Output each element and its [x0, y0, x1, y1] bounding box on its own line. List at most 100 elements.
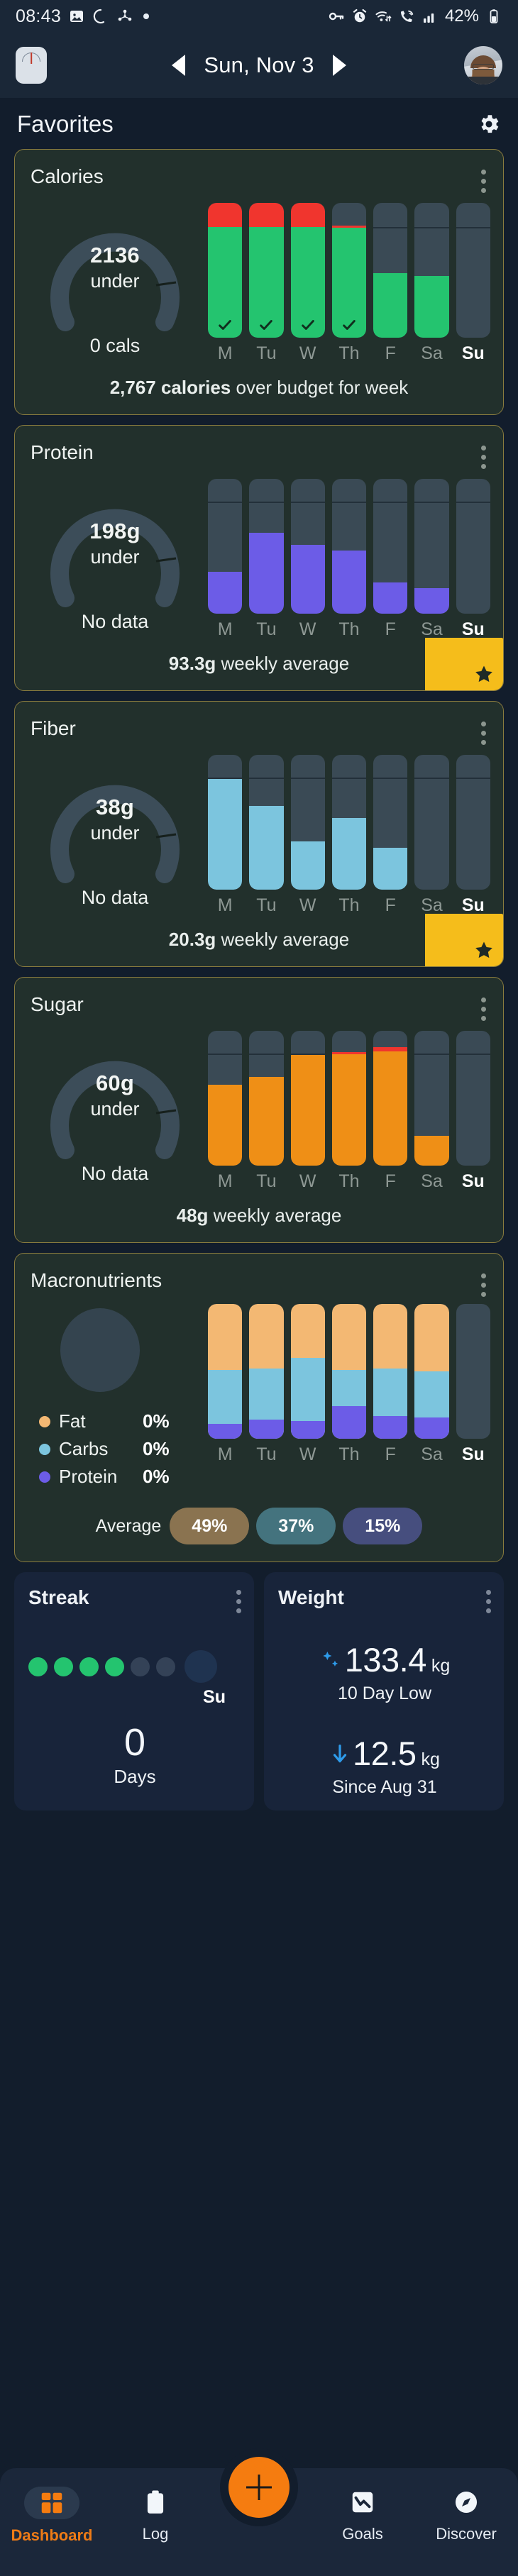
macro-average-fat[interactable]: 49%: [170, 1508, 250, 1544]
scale-icon[interactable]: [16, 47, 47, 84]
down-arrow-icon: [329, 1741, 351, 1767]
nav-item-log[interactable]: Log: [104, 2487, 207, 2543]
bar-Su[interactable]: [456, 755, 490, 890]
bar-Sa[interactable]: [414, 755, 449, 890]
image-icon: [68, 8, 85, 25]
bar-Tu[interactable]: [249, 479, 284, 614]
gauge-value: 2136: [90, 243, 140, 267]
bar-F[interactable]: [373, 479, 408, 614]
bar-F[interactable]: [373, 203, 408, 338]
macro-donut-placeholder: [60, 1308, 140, 1392]
footer-highlight: 20.3g: [168, 929, 216, 950]
streak-dot-4: [105, 1657, 124, 1676]
bar-W[interactable]: [290, 479, 325, 614]
day-label-Su: Su: [461, 1444, 485, 1464]
nav-item-goals[interactable]: Goals: [311, 2487, 414, 2543]
day-label-W: W: [299, 343, 316, 363]
bar-Tu[interactable]: [249, 1304, 284, 1439]
crescent-icon: [92, 8, 109, 25]
check-icon: [300, 317, 316, 333]
bar-M[interactable]: [208, 1304, 243, 1439]
protein-gauge: 198g under: [31, 479, 199, 608]
day-label-Sa: Sa: [421, 1171, 443, 1191]
previous-day-button[interactable]: [172, 55, 186, 76]
chart-down-icon[interactable]: [347, 2487, 378, 2518]
card-macronutrients[interactable]: Macronutrients Fat 0% Carbs 0% Protein 0…: [14, 1253, 504, 1562]
bar-W[interactable]: [290, 755, 325, 890]
weight-change-note: Since Aug 31: [332, 1777, 437, 1797]
bar-Th[interactable]: [331, 479, 367, 614]
bar-W[interactable]: [290, 203, 325, 338]
bar-Tu[interactable]: [249, 203, 284, 338]
bar-Su[interactable]: [456, 203, 490, 338]
compass-icon[interactable]: [451, 2487, 482, 2518]
clipboard-icon[interactable]: [140, 2487, 171, 2518]
bar-Su[interactable]: [456, 479, 490, 614]
card-menu-button[interactable]: [236, 1586, 241, 1613]
gauge-text: 2136 under: [31, 243, 199, 292]
dot-icon: [143, 13, 150, 19]
bar-M[interactable]: [208, 203, 243, 338]
bar-W[interactable]: [290, 1031, 325, 1166]
card-footer: 93.3g weekly average: [15, 640, 503, 690]
card-menu-button[interactable]: [486, 1586, 491, 1613]
nav-item-dashboard[interactable]: Dashboard: [0, 2487, 104, 2545]
bar-Th[interactable]: [331, 1031, 367, 1166]
bar-M[interactable]: [208, 479, 243, 614]
footer-text: weekly average: [216, 929, 350, 950]
bar-Sa[interactable]: [414, 479, 449, 614]
bar-M[interactable]: [208, 1031, 243, 1166]
bar-F[interactable]: [373, 1031, 408, 1166]
gauge-value: 38g: [95, 795, 135, 819]
bar-Th[interactable]: [331, 755, 367, 890]
legend-item-fat: Fat 0%: [39, 1410, 206, 1432]
bar-M[interactable]: [208, 755, 243, 890]
gauge-value: 198g: [89, 519, 140, 543]
card-sugar[interactable]: Sugar 60g under No data M Tu W Th F Sa S…: [14, 977, 504, 1243]
bar-Sa[interactable]: [414, 1304, 449, 1439]
check-icon: [217, 317, 233, 333]
day-label-Th: Th: [338, 1171, 360, 1191]
card-menu-button[interactable]: [481, 441, 489, 469]
macro-average-protein[interactable]: 15%: [343, 1508, 423, 1544]
bar-W[interactable]: [290, 1304, 325, 1439]
day-label-M: M: [217, 895, 233, 915]
card-menu-button[interactable]: [481, 165, 489, 193]
card-streak[interactable]: Streak Su 0 Days: [14, 1572, 254, 1811]
card-protein[interactable]: Protein 198g under No data M Tu W Th F S…: [14, 425, 504, 691]
bar-chart: [206, 203, 490, 338]
add-entry-fab[interactable]: [228, 2457, 290, 2518]
card-weight[interactable]: Weight 133.4 kg 10 Day Low 12.5 kg Since…: [264, 1572, 504, 1811]
gear-icon[interactable]: [477, 112, 501, 136]
bar-Su[interactable]: [456, 1304, 490, 1439]
sparkle-icon: [319, 1648, 343, 1672]
avatar-shirt: [464, 77, 502, 84]
bar-Sa[interactable]: [414, 1031, 449, 1166]
macro-average-carbs[interactable]: 37%: [256, 1508, 336, 1544]
next-day-button[interactable]: [332, 55, 346, 76]
bar-Th[interactable]: [331, 203, 367, 338]
card-menu-button[interactable]: [481, 1269, 489, 1297]
bar-Su[interactable]: [456, 1031, 490, 1166]
bar-Th[interactable]: [331, 1304, 367, 1439]
avatar[interactable]: [464, 46, 502, 84]
bar-Tu[interactable]: [249, 755, 284, 890]
card-body: Fat 0% Carbs 0% Protein 0% M Tu W Th F S…: [15, 1297, 503, 1493]
day-label-F: F: [385, 895, 396, 915]
gauge-footer: No data: [81, 1163, 149, 1184]
bar-Sa[interactable]: [414, 203, 449, 338]
day-label-Sa: Sa: [421, 619, 443, 639]
bar-Tu[interactable]: [249, 1031, 284, 1166]
nav-item-discover[interactable]: Discover: [414, 2487, 518, 2543]
bar-F[interactable]: [373, 1304, 408, 1439]
bar-F[interactable]: [373, 755, 408, 890]
card-menu-button[interactable]: [481, 993, 489, 1021]
dashboard-icon[interactable]: [24, 2487, 79, 2519]
card-fiber[interactable]: Fiber 38g under No data M Tu W Th F Sa S…: [14, 701, 504, 967]
day-label-Th: Th: [338, 343, 360, 363]
current-date-label[interactable]: Sun, Nov 3: [204, 52, 314, 78]
card-menu-button[interactable]: [481, 717, 489, 745]
card-calories[interactable]: Calories 2136 under 0 cals M Tu W Th F S…: [14, 149, 504, 415]
gauge-section: 2136 under 0 cals: [23, 203, 206, 364]
stacked-bar-chart: [206, 1304, 490, 1439]
